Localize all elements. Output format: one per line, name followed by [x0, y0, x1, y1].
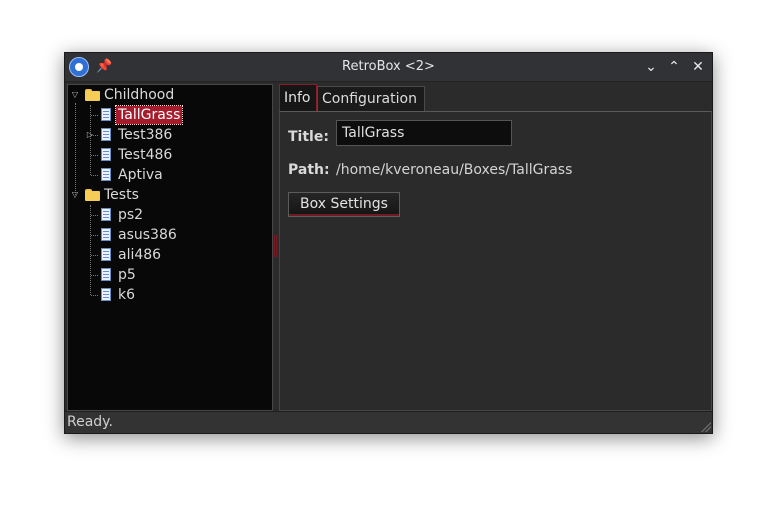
- tree-item-aptiva[interactable]: Aptiva: [68, 166, 272, 184]
- chevron-down-icon[interactable]: ▽: [70, 86, 80, 104]
- box-tree[interactable]: ▽ Childhood TallGrass ▷ Test386 Test486 …: [67, 84, 273, 411]
- path-value: /home/kveroneau/Boxes/TallGrass: [336, 162, 573, 178]
- info-panel: [279, 111, 712, 411]
- tree-item-test386[interactable]: ▷ Test386: [68, 126, 272, 144]
- tree-group-label: Childhood: [104, 87, 175, 103]
- document-icon: [101, 168, 111, 181]
- document-icon: [101, 208, 111, 221]
- document-icon: [101, 268, 111, 281]
- tree-item-k6[interactable]: k6: [68, 286, 272, 304]
- status-bar: Ready.: [65, 411, 712, 433]
- minimize-icon[interactable]: ⌄: [641, 57, 661, 77]
- tree-item-label: TallGrass: [114, 105, 184, 125]
- splitter-handle[interactable]: [274, 235, 277, 257]
- tree-item-label: asus386: [118, 227, 177, 243]
- tree-item-ali486[interactable]: ali486: [68, 246, 272, 264]
- document-icon: [101, 128, 111, 141]
- chevron-right-icon[interactable]: ▷: [85, 126, 95, 144]
- path-label: Path:: [288, 162, 330, 178]
- title-field[interactable]: TallGrass: [336, 120, 512, 146]
- main-window: 📌 RetroBox <2> ⌄ ⌃ ✕ ▽ Childhood TallGra…: [64, 52, 713, 434]
- tree-group-tests[interactable]: ▽ Tests: [68, 186, 272, 204]
- title-bar[interactable]: 📌 RetroBox <2> ⌄ ⌃ ✕: [65, 53, 712, 82]
- tree-item-label: k6: [118, 287, 136, 303]
- resize-grip-icon[interactable]: [701, 422, 711, 432]
- tab-info[interactable]: Info: [279, 84, 317, 112]
- tree-item-p5[interactable]: p5: [68, 266, 272, 284]
- document-icon: [101, 108, 111, 121]
- tree-item-ps2[interactable]: ps2: [68, 206, 272, 224]
- tree-item-label: ali486: [118, 247, 162, 263]
- tree-item-label: p5: [118, 267, 136, 283]
- document-icon: [101, 148, 111, 161]
- tree-item-test486[interactable]: Test486: [68, 146, 272, 164]
- document-icon: [101, 288, 111, 301]
- document-icon: [101, 248, 111, 261]
- tree-item-asus386[interactable]: asus386: [68, 226, 272, 244]
- title-label: Title:: [288, 129, 329, 145]
- tab-configuration[interactable]: Configuration: [317, 86, 425, 111]
- tree-item-tallgrass[interactable]: TallGrass: [68, 105, 272, 125]
- tree-group-childhood[interactable]: ▽ Childhood: [68, 86, 272, 104]
- close-icon[interactable]: ✕: [688, 57, 708, 77]
- tab-bar: Configuration Info: [277, 84, 712, 112]
- tree-group-label: Tests: [104, 187, 139, 203]
- folder-icon: [85, 89, 100, 101]
- tree-item-label: Aptiva: [118, 167, 163, 183]
- chevron-down-icon[interactable]: ▽: [70, 186, 80, 204]
- box-settings-button[interactable]: Box Settings: [288, 192, 400, 217]
- folder-icon: [85, 189, 100, 201]
- tree-item-label: Test386: [118, 127, 173, 143]
- maximize-icon[interactable]: ⌃: [664, 57, 684, 77]
- tree-item-label: Test486: [118, 147, 173, 163]
- document-icon: [101, 228, 111, 241]
- window-title: RetroBox <2>: [342, 59, 435, 74]
- tree-item-label: ps2: [118, 207, 144, 223]
- status-text: Ready.: [67, 414, 113, 430]
